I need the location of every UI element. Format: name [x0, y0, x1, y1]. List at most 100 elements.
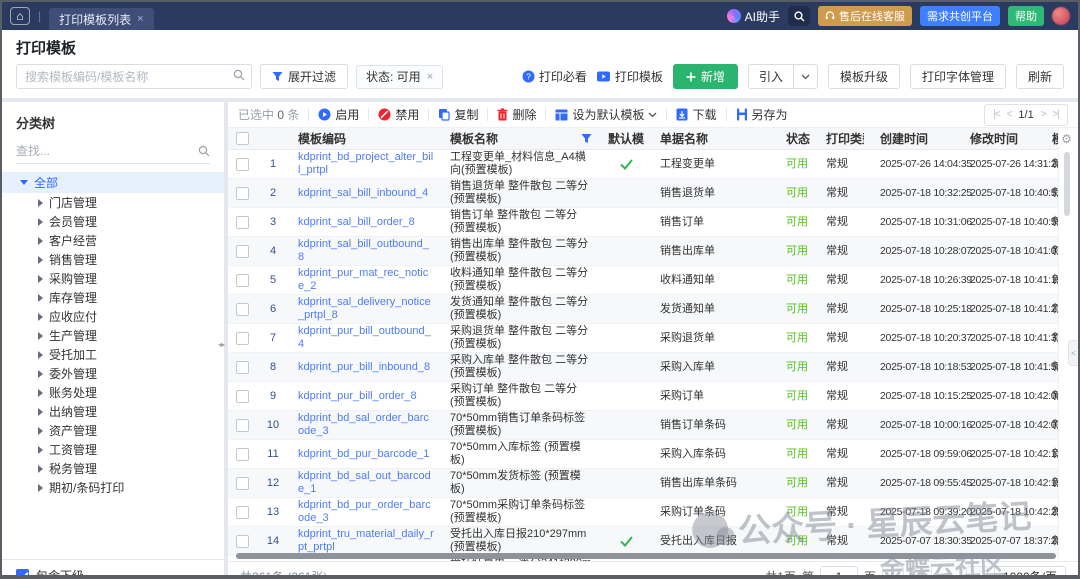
tree-item-1[interactable]: 门店管理 [2, 193, 224, 212]
caret-right-icon[interactable] [38, 332, 43, 340]
tab-print-template-list[interactable]: 打印模板列表 × [49, 8, 153, 30]
row-checkbox[interactable] [236, 216, 249, 229]
column-header-模板来源[interactable]: 模板来源 [1044, 128, 1058, 149]
row-checkbox[interactable] [236, 390, 249, 403]
table-row[interactable]: 14kdprint_tru_material_daily_rpt_prtpl受托… [228, 527, 1058, 556]
first-page-button[interactable]: |< [882, 566, 904, 579]
caret-right-icon[interactable] [38, 408, 43, 416]
right-panel-collapse-handle[interactable]: < [1068, 340, 1078, 366]
table-row[interactable]: 8kdprint_pur_bill_inbound_8采购入库单 整件散包 二等… [228, 353, 1058, 382]
tree-item-all[interactable]: 全部 [2, 172, 224, 193]
template-code-link[interactable]: kdprint_pur_bill_inbound_8 [298, 361, 430, 373]
template-code-link[interactable]: kdprint_tru_material_daily_rpt_prtpl [298, 528, 434, 553]
tree-item-16[interactable]: 期初/条码打印 [2, 478, 224, 497]
table-row[interactable]: 11kdprint_bd_pur_barcode_170*50mm入库标签 (预… [228, 440, 1058, 469]
next-page-icon[interactable]: > [1041, 109, 1046, 120]
caret-right-icon[interactable] [38, 351, 43, 359]
template-code-link[interactable]: kdprint_sal_bill_inbound_4 [298, 187, 428, 199]
include-sub-checkbox[interactable] [16, 569, 29, 579]
row-checkbox[interactable] [236, 158, 249, 171]
after-sales-service-button[interactable]: 售后在线客服 [818, 6, 912, 26]
template-search-input[interactable] [16, 64, 252, 89]
expand-filter-button[interactable]: 展开过滤 [260, 64, 348, 89]
template-code-link[interactable]: kdprint_bd_sal_out_barcode_1 [298, 470, 431, 495]
splitter-arrows-icon[interactable]: ◂▸ [218, 340, 224, 349]
caret-right-icon[interactable] [38, 237, 43, 245]
ai-assistant-button[interactable]: AI助手 [727, 8, 780, 25]
template-code-link[interactable]: kdprint_pur_mat_rec_notice_2 [298, 267, 428, 292]
row-checkbox[interactable] [236, 332, 249, 345]
tree-item-10[interactable]: 委外管理 [2, 364, 224, 383]
save-as-button[interactable]: 另存为 [736, 106, 788, 123]
template-code-link[interactable]: kdprint_bd_sal_order_barcode_3 [298, 412, 429, 437]
template-code-link[interactable]: kdprint_sal_bill_order_8 [298, 216, 415, 228]
column-settings-gear-icon[interactable]: ⚙ [1061, 132, 1072, 146]
select-all-checkbox[interactable] [236, 132, 249, 145]
template-code-link[interactable]: kdprint_sal_delivery_notice_prtpl_8 [298, 296, 431, 321]
caret-right-icon[interactable] [38, 294, 43, 302]
page-number-input[interactable] [820, 566, 858, 579]
tree-item-14[interactable]: 工资管理 [2, 440, 224, 459]
table-row[interactable]: 2kdprint_sal_bill_inbound_4销售退货单 整件散包 二等… [228, 179, 1058, 208]
column-header-默认模板[interactable]: 默认模板 [600, 128, 652, 149]
row-checkbox[interactable] [236, 535, 249, 548]
tree-item-8[interactable]: 生产管理 [2, 326, 224, 345]
status-filter-chip[interactable]: 状态: 可用 × [356, 65, 443, 89]
table-row[interactable]: 9kdprint_pur_bill_order_8采购订单 整件散包 二等分 (… [228, 382, 1058, 411]
caret-right-icon[interactable] [38, 465, 43, 473]
last-page-icon[interactable]: >| [1053, 109, 1059, 120]
column-header-状态[interactable]: 状态 [778, 128, 818, 149]
print-font-mgmt-button[interactable]: 打印字体管理 [910, 64, 1006, 89]
enable-button[interactable]: 启用 [318, 106, 359, 123]
add-button[interactable]: 新增 [673, 64, 738, 89]
caret-right-icon[interactable] [38, 370, 43, 378]
print-template-video-link[interactable]: 打印模板 [597, 68, 663, 85]
caret-right-icon[interactable] [38, 275, 43, 283]
row-checkbox[interactable] [236, 477, 249, 490]
tree-item-5[interactable]: 采购管理 [2, 269, 224, 288]
delete-button[interactable]: 删除 [497, 106, 536, 123]
tree-item-3[interactable]: 客户经营 [2, 231, 224, 250]
vertical-scrollbar[interactable] [1064, 152, 1070, 216]
table-row[interactable]: 3kdprint_sal_bill_order_8销售订单 整件散包 二等分 (… [228, 208, 1058, 237]
chip-close-icon[interactable]: × [427, 71, 433, 83]
caret-right-icon[interactable] [38, 446, 43, 454]
tree-item-9[interactable]: 受托加工 [2, 345, 224, 364]
tab-close-icon[interactable]: × [137, 13, 143, 25]
tree-item-2[interactable]: 会员管理 [2, 212, 224, 231]
column-header-模板名称[interactable]: 模板名称 [442, 128, 600, 149]
column-header-模板编码[interactable]: 模板编码 [290, 128, 442, 149]
column-filter-funnel-icon[interactable] [581, 133, 592, 144]
row-checkbox[interactable] [236, 419, 249, 432]
prev-page-button[interactable]: < [910, 566, 932, 579]
tree-item-4[interactable]: 销售管理 [2, 250, 224, 269]
row-checkbox[interactable] [236, 245, 249, 258]
template-code-link[interactable]: kdprint_bd_project_alter_bill_prtpl [298, 151, 433, 176]
demand-platform-button[interactable]: 需求共创平台 [920, 6, 1000, 26]
print-must-read-link[interactable]: ? 打印必看 [522, 68, 587, 85]
page-size-select[interactable]: 1000条/页 [994, 566, 1066, 579]
user-avatar[interactable] [1052, 7, 1070, 25]
table-row[interactable]: 7kdprint_pur_bill_outbound_4采购退货单 整件散包 二… [228, 324, 1058, 353]
last-page-button[interactable]: >| [966, 566, 988, 579]
row-checkbox[interactable] [236, 448, 249, 461]
row-checkbox[interactable] [236, 506, 249, 519]
row-checkbox[interactable] [236, 303, 249, 316]
table-row[interactable]: 12kdprint_bd_sal_out_barcode_170*50mm发货标… [228, 469, 1058, 498]
template-code-link[interactable]: kdprint_pur_bill_order_8 [298, 390, 417, 402]
caret-down-icon[interactable] [20, 180, 28, 185]
tree-item-7[interactable]: 应收应付 [2, 307, 224, 326]
template-code-link[interactable]: kdprint_pur_bill_outbound_4 [298, 325, 431, 350]
caret-right-icon[interactable] [38, 313, 43, 321]
template-upgrade-button[interactable]: 模板升级 [828, 64, 900, 89]
column-header-打印类型[interactable]: 打印类型 [818, 128, 872, 149]
set-default-button[interactable]: 设为默认模板 [555, 106, 657, 123]
caret-right-icon[interactable] [38, 484, 43, 492]
tree-item-6[interactable]: 库存管理 [2, 288, 224, 307]
table-row[interactable]: 1kdprint_bd_project_alter_bill_prtpl工程变更… [228, 150, 1058, 179]
template-code-link[interactable]: kdprint_sal_bill_outbound_8 [298, 238, 429, 263]
table-row[interactable]: 6kdprint_sal_delivery_notice_prtpl_8发货通知… [228, 295, 1058, 324]
caret-right-icon[interactable] [38, 256, 43, 264]
caret-right-icon[interactable] [38, 389, 43, 397]
next-page-button[interactable]: > [938, 566, 960, 579]
